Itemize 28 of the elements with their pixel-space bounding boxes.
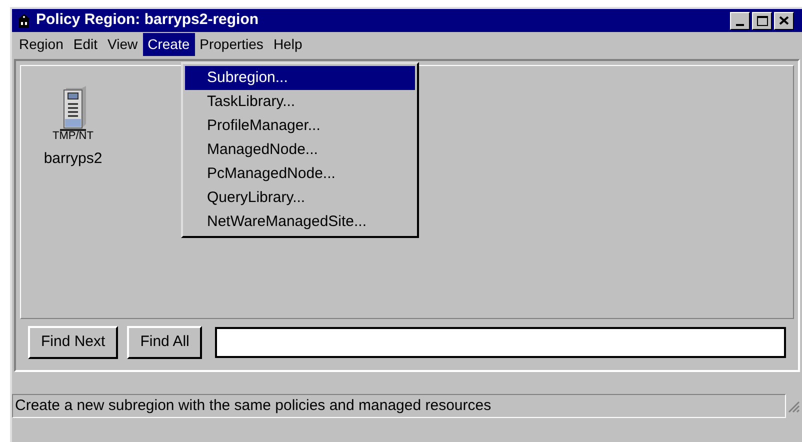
- dropdown-item[interactable]: TaskLibrary...: [185, 90, 415, 114]
- dropdown-item[interactable]: ManagedNode...: [185, 138, 415, 162]
- maximize-icon: [756, 16, 768, 26]
- dropdown-item[interactable]: Subregion...: [185, 66, 415, 90]
- maximize-button[interactable]: [752, 12, 772, 30]
- dropdown-item[interactable]: NetWareManagedSite...: [185, 210, 415, 234]
- window-title: Policy Region: barryps2-region: [36, 10, 260, 30]
- building-icon: [16, 12, 32, 28]
- icon-label[interactable]: barryps2: [44, 148, 102, 170]
- find-button[interactable]: Find Next: [28, 326, 118, 359]
- dropdown-item[interactable]: QueryLibrary...: [185, 186, 415, 210]
- minimize-icon: [736, 24, 744, 26]
- dropdown-item[interactable]: PcManagedNode...: [185, 162, 415, 186]
- menu-item[interactable]: Edit: [68, 33, 102, 56]
- icon-caption: TMP/NT: [52, 130, 94, 142]
- close-icon: [779, 16, 789, 25]
- menu-item[interactable]: Properties: [194, 33, 268, 56]
- search-field[interactable]: [215, 327, 786, 358]
- minimize-button[interactable]: [730, 12, 750, 30]
- find-button[interactable]: Find All: [127, 326, 202, 359]
- menu-item[interactable]: Region: [14, 33, 68, 56]
- resize-grip-icon: [786, 399, 800, 413]
- status-bar: Create a new subregion with the same policies and managed resources: [12, 394, 786, 418]
- menu-item[interactable]: View: [102, 33, 143, 56]
- dropdown-item[interactable]: ProfileManager...: [185, 114, 415, 138]
- menu-item[interactable]: Create: [142, 33, 195, 56]
- close-button[interactable]: [774, 12, 794, 30]
- menu-item[interactable]: Help: [268, 33, 308, 56]
